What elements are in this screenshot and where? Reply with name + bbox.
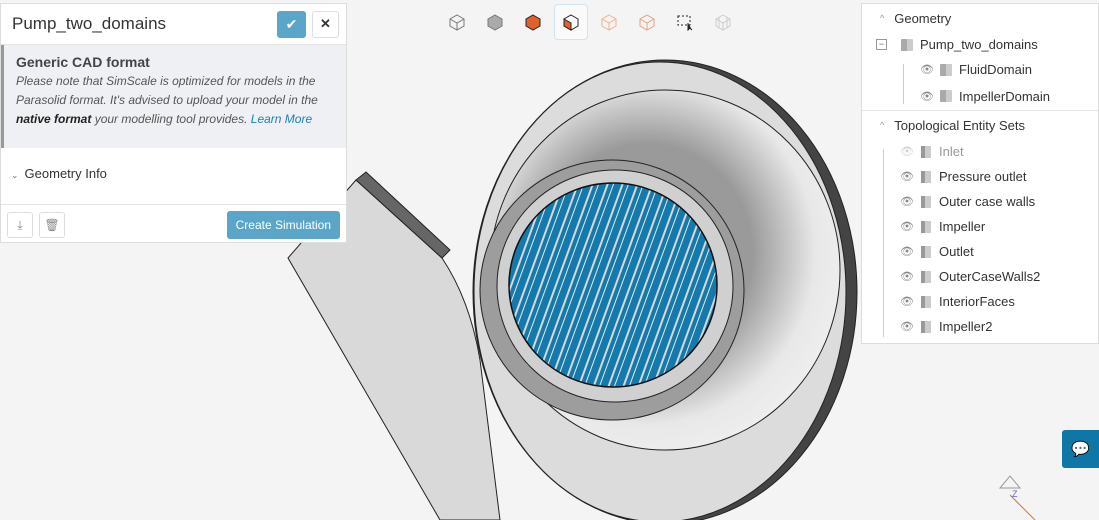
set-label: Outlet xyxy=(939,244,974,259)
notice-text: Please note that SimScale is optimized f… xyxy=(16,72,334,129)
grid-view-button[interactable] xyxy=(706,4,740,40)
eye-icon[interactable]: 👁 xyxy=(900,295,916,308)
geometry-section-toggle[interactable]: ^ Geometry xyxy=(862,4,1098,32)
orange-faces-cube-icon xyxy=(563,14,579,31)
tree-set-item[interactable]: 👁 InteriorFaces xyxy=(862,289,1098,314)
face-set-icon xyxy=(921,245,931,258)
eye-icon[interactable]: 👁 xyxy=(900,270,916,283)
set-label: OuterCaseWalls2 xyxy=(939,269,1041,284)
chevron-up-icon: ^ xyxy=(880,120,885,130)
svg-text:Z: Z xyxy=(1012,489,1018,499)
check-icon: ✔ xyxy=(285,15,298,32)
tree-body-item[interactable]: 👁 ImpellerDomain xyxy=(862,82,1098,111)
set-label: Inlet xyxy=(939,144,964,159)
assembly-icon xyxy=(901,38,913,51)
face-set-icon xyxy=(921,220,931,233)
tree-set-item[interactable]: 👁 OuterCaseWalls2 xyxy=(862,264,1098,289)
download-button[interactable]: ⤓ xyxy=(7,212,33,238)
face-set-icon xyxy=(921,270,931,283)
eye-icon[interactable]: 👁 xyxy=(900,220,916,233)
orange-solid-cube-icon xyxy=(525,14,541,31)
eye-icon[interactable]: 👁 xyxy=(900,245,916,258)
sets-section-toggle[interactable]: ^ Topological Entity Sets xyxy=(862,111,1098,139)
orange-outline-cube-icon xyxy=(639,14,655,31)
geometry-section-label: Geometry xyxy=(894,10,952,26)
download-icon: ⤓ xyxy=(17,217,23,232)
pump-model xyxy=(287,59,858,520)
tree-set-item[interactable]: 👁 Outer case walls xyxy=(862,189,1098,214)
set-label: Pressure outlet xyxy=(939,169,1027,184)
confirm-button[interactable]: ✔ xyxy=(277,10,306,38)
sets-section-label: Topological Entity Sets xyxy=(894,117,1026,133)
view-toolbar xyxy=(440,4,740,40)
face-set-icon xyxy=(921,195,931,208)
eye-icon[interactable]: 👁 xyxy=(900,320,916,333)
tree-root[interactable]: − Pump_two_domains xyxy=(862,32,1098,57)
tree-set-item[interactable]: 👁 Impeller xyxy=(862,214,1098,239)
chevron-down-icon: ⌄ xyxy=(11,170,19,180)
chevron-up-icon: ^ xyxy=(880,13,885,23)
wireframe-view-button[interactable] xyxy=(440,4,474,40)
panel-title: Pump_two_domains xyxy=(12,14,167,33)
box-select-button[interactable] xyxy=(668,4,702,40)
notice-title: Generic CAD format xyxy=(16,54,150,70)
tree-body-item[interactable]: 👁 FluidDomain xyxy=(862,57,1098,82)
select-edges-button[interactable] xyxy=(592,4,626,40)
eye-icon[interactable]: 👁 xyxy=(920,63,936,76)
geometry-panel: Pump_two_domains ✔ ✕ Generic CAD format … xyxy=(0,3,347,243)
notice-bold: native format xyxy=(16,112,92,126)
notice-text-1: Please note that SimScale is optimized f… xyxy=(16,74,318,107)
face-set-icon xyxy=(921,145,931,158)
delete-button[interactable]: 🗑 xyxy=(39,212,65,238)
notice-text-2: your modelling tool provides. xyxy=(91,112,251,126)
geometry-info-toggle[interactable]: ⌄ Geometry Info xyxy=(1,148,346,205)
learn-more-link[interactable]: Learn More xyxy=(251,112,312,126)
chat-button[interactable]: 💬 xyxy=(1062,430,1099,468)
create-simulation-button[interactable]: Create Simulation xyxy=(226,211,340,239)
face-set-icon xyxy=(921,295,931,308)
eye-icon[interactable]: 👁 xyxy=(900,170,916,183)
cad-format-notice: Generic CAD format Please note that SimS… xyxy=(1,45,346,148)
box-select-icon xyxy=(677,15,693,31)
face-set-icon xyxy=(921,320,931,333)
body-label: FluidDomain xyxy=(959,62,1032,77)
tree-set-item[interactable]: 👁 Pressure outlet xyxy=(862,164,1098,189)
select-points-button[interactable] xyxy=(630,4,664,40)
set-label: Outer case walls xyxy=(939,194,1036,209)
eye-icon[interactable]: 👁 xyxy=(920,90,936,103)
tree-set-item[interactable]: 👁 Impeller2 xyxy=(862,314,1098,339)
tree-root-label: Pump_two_domains xyxy=(920,37,1038,52)
select-faces-button[interactable] xyxy=(554,4,588,40)
grid-cube-icon xyxy=(715,14,731,31)
chat-icon: 💬 xyxy=(1071,441,1090,458)
trash-icon: 🗑 xyxy=(44,218,60,232)
solid-view-button[interactable] xyxy=(478,4,512,40)
set-label: InteriorFaces xyxy=(939,294,1015,309)
body-icon xyxy=(940,63,952,76)
close-button[interactable]: ✕ xyxy=(312,10,339,38)
set-label: Impeller xyxy=(939,219,986,234)
scene-tree: ^ Geometry − Pump_two_domains 👁 FluidDomain… xyxy=(861,3,1099,344)
face-set-icon xyxy=(921,170,931,183)
solid-cube-icon xyxy=(487,14,503,31)
body-label: ImpellerDomain xyxy=(959,88,1051,104)
axis-triad: Z xyxy=(998,475,1036,520)
wireframe-cube-icon xyxy=(449,14,465,31)
collapse-icon[interactable]: − xyxy=(876,39,887,50)
orange-edges-cube-icon xyxy=(601,14,617,31)
body-icon xyxy=(940,90,952,102)
tree-set-item[interactable]: 👁 Inlet xyxy=(862,139,1098,164)
close-icon: ✕ xyxy=(320,16,331,31)
eye-off-icon[interactable]: 👁 xyxy=(900,145,916,158)
set-label: Impeller2 xyxy=(939,319,993,334)
select-volumes-button[interactable] xyxy=(516,4,550,40)
tree-set-item[interactable]: 👁 Outlet xyxy=(862,239,1098,264)
geometry-info-label: Geometry Info xyxy=(24,166,107,181)
eye-icon[interactable]: 👁 xyxy=(900,195,916,208)
